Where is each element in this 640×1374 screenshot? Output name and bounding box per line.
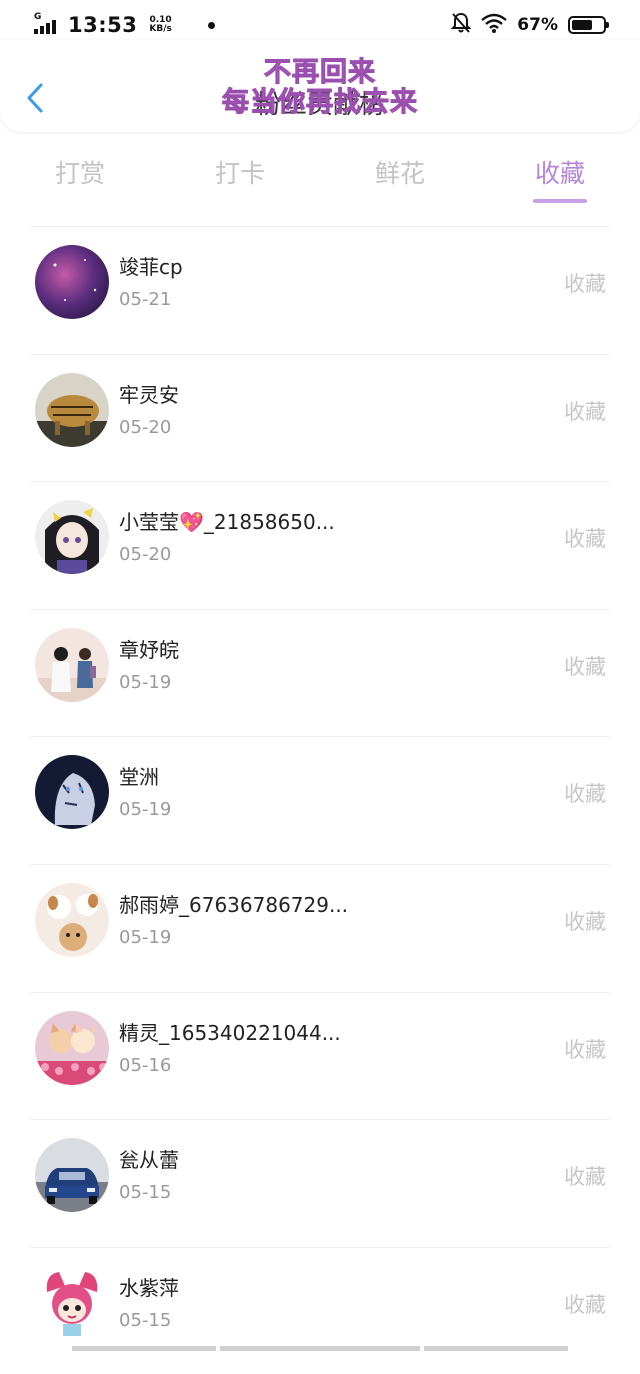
list-item[interactable]: 小莹莹💖_21858650... 05-20 收藏 xyxy=(30,481,610,609)
favorite-button[interactable]: 收藏 xyxy=(564,1289,606,1319)
list-item[interactable]: 水紫萍 05-15 收藏 xyxy=(30,1246,610,1374)
wifi-icon xyxy=(481,13,508,38)
avatar[interactable] xyxy=(35,500,109,575)
watermark-text: 每当你再找去来 xyxy=(222,87,418,119)
user-name: 郝雨婷_67636786729... xyxy=(119,892,349,917)
favorite-button[interactable]: 收藏 xyxy=(564,651,606,681)
avatar[interactable] xyxy=(35,627,109,702)
favorite-button[interactable]: 收藏 xyxy=(564,268,606,298)
tab-flowers[interactable]: 鲜花 xyxy=(320,140,480,210)
avatar[interactable] xyxy=(35,1138,109,1213)
date-label: 05-19 xyxy=(119,799,172,821)
tab-reward[interactable]: 打赏 xyxy=(0,140,160,210)
date-label: 05-15 xyxy=(119,1309,172,1331)
list-item[interactable]: 郝雨婷_67636786729... 05-19 收藏 xyxy=(30,863,610,992)
list-item[interactable]: 章妤皖 05-19 收藏 xyxy=(30,608,610,737)
favorite-button[interactable]: 收藏 xyxy=(564,1034,606,1064)
user-name: 堂洲 xyxy=(119,765,159,790)
date-label: 05-19 xyxy=(119,671,172,693)
date-label: 05-19 xyxy=(119,926,172,948)
battery-percent: 67% xyxy=(517,15,558,35)
date-label: 05-16 xyxy=(119,1054,172,1076)
battery-icon xyxy=(568,16,609,34)
user-name: 精灵_165340221044... xyxy=(119,1020,341,1045)
favorite-button[interactable]: 收藏 xyxy=(564,1161,606,1191)
notification-dot-icon xyxy=(207,21,215,29)
user-name: 竣菲cp xyxy=(119,255,183,279)
list-item[interactable]: 精灵_165340221044... 05-16 收藏 xyxy=(30,991,610,1120)
active-tab-indicator xyxy=(533,199,587,203)
list-item[interactable]: 瓮从蕾 05-15 收藏 xyxy=(30,1119,610,1247)
favorite-button[interactable]: 收藏 xyxy=(564,778,606,808)
network-speed: 0.10 KB/s xyxy=(149,15,172,34)
date-label: 05-20 xyxy=(119,544,172,566)
tab-favorites[interactable]: 收藏 xyxy=(480,140,640,210)
avatar[interactable] xyxy=(35,245,109,319)
tab-checkin[interactable]: 打卡 xyxy=(160,140,320,210)
avatar[interactable] xyxy=(35,1010,109,1085)
user-name: 牢灵安 xyxy=(119,382,179,407)
avatar[interactable] xyxy=(35,372,109,447)
list-item[interactable]: 牢灵安 05-20 收藏 xyxy=(30,353,610,482)
avatar[interactable] xyxy=(35,1265,109,1340)
date-label: 05-21 xyxy=(119,289,172,310)
mute-bell-icon xyxy=(450,12,472,39)
favorite-button[interactable]: 收藏 xyxy=(564,523,606,553)
user-name: 瓮从蕾 xyxy=(119,1148,179,1173)
tab-bar: 打赏 打卡 鲜花 收藏 xyxy=(0,140,640,210)
signal-icon: G xyxy=(34,12,60,36)
favorites-list: 竣菲cp 05-21 收藏 牢灵安 05-20 收藏 小莹莹💖_21858650… xyxy=(0,226,640,1374)
bottom-nav-indicator xyxy=(0,1346,640,1351)
avatar[interactable] xyxy=(35,755,109,830)
list-item[interactable]: 竣菲cp 05-21 收藏 xyxy=(30,226,610,354)
user-name: 水紫萍 xyxy=(119,1275,179,1300)
favorite-button[interactable]: 收藏 xyxy=(564,906,606,936)
clock: 13:53 xyxy=(68,13,138,37)
date-label: 05-20 xyxy=(119,416,172,438)
user-name: 小莹莹💖_21858650... xyxy=(119,510,335,535)
user-name: 章妤皖 xyxy=(119,637,179,662)
date-label: 05-15 xyxy=(119,1182,172,1204)
list-item[interactable]: 堂洲 05-19 收藏 xyxy=(30,736,610,864)
avatar[interactable] xyxy=(35,882,109,957)
favorite-button[interactable]: 收藏 xyxy=(564,396,606,426)
